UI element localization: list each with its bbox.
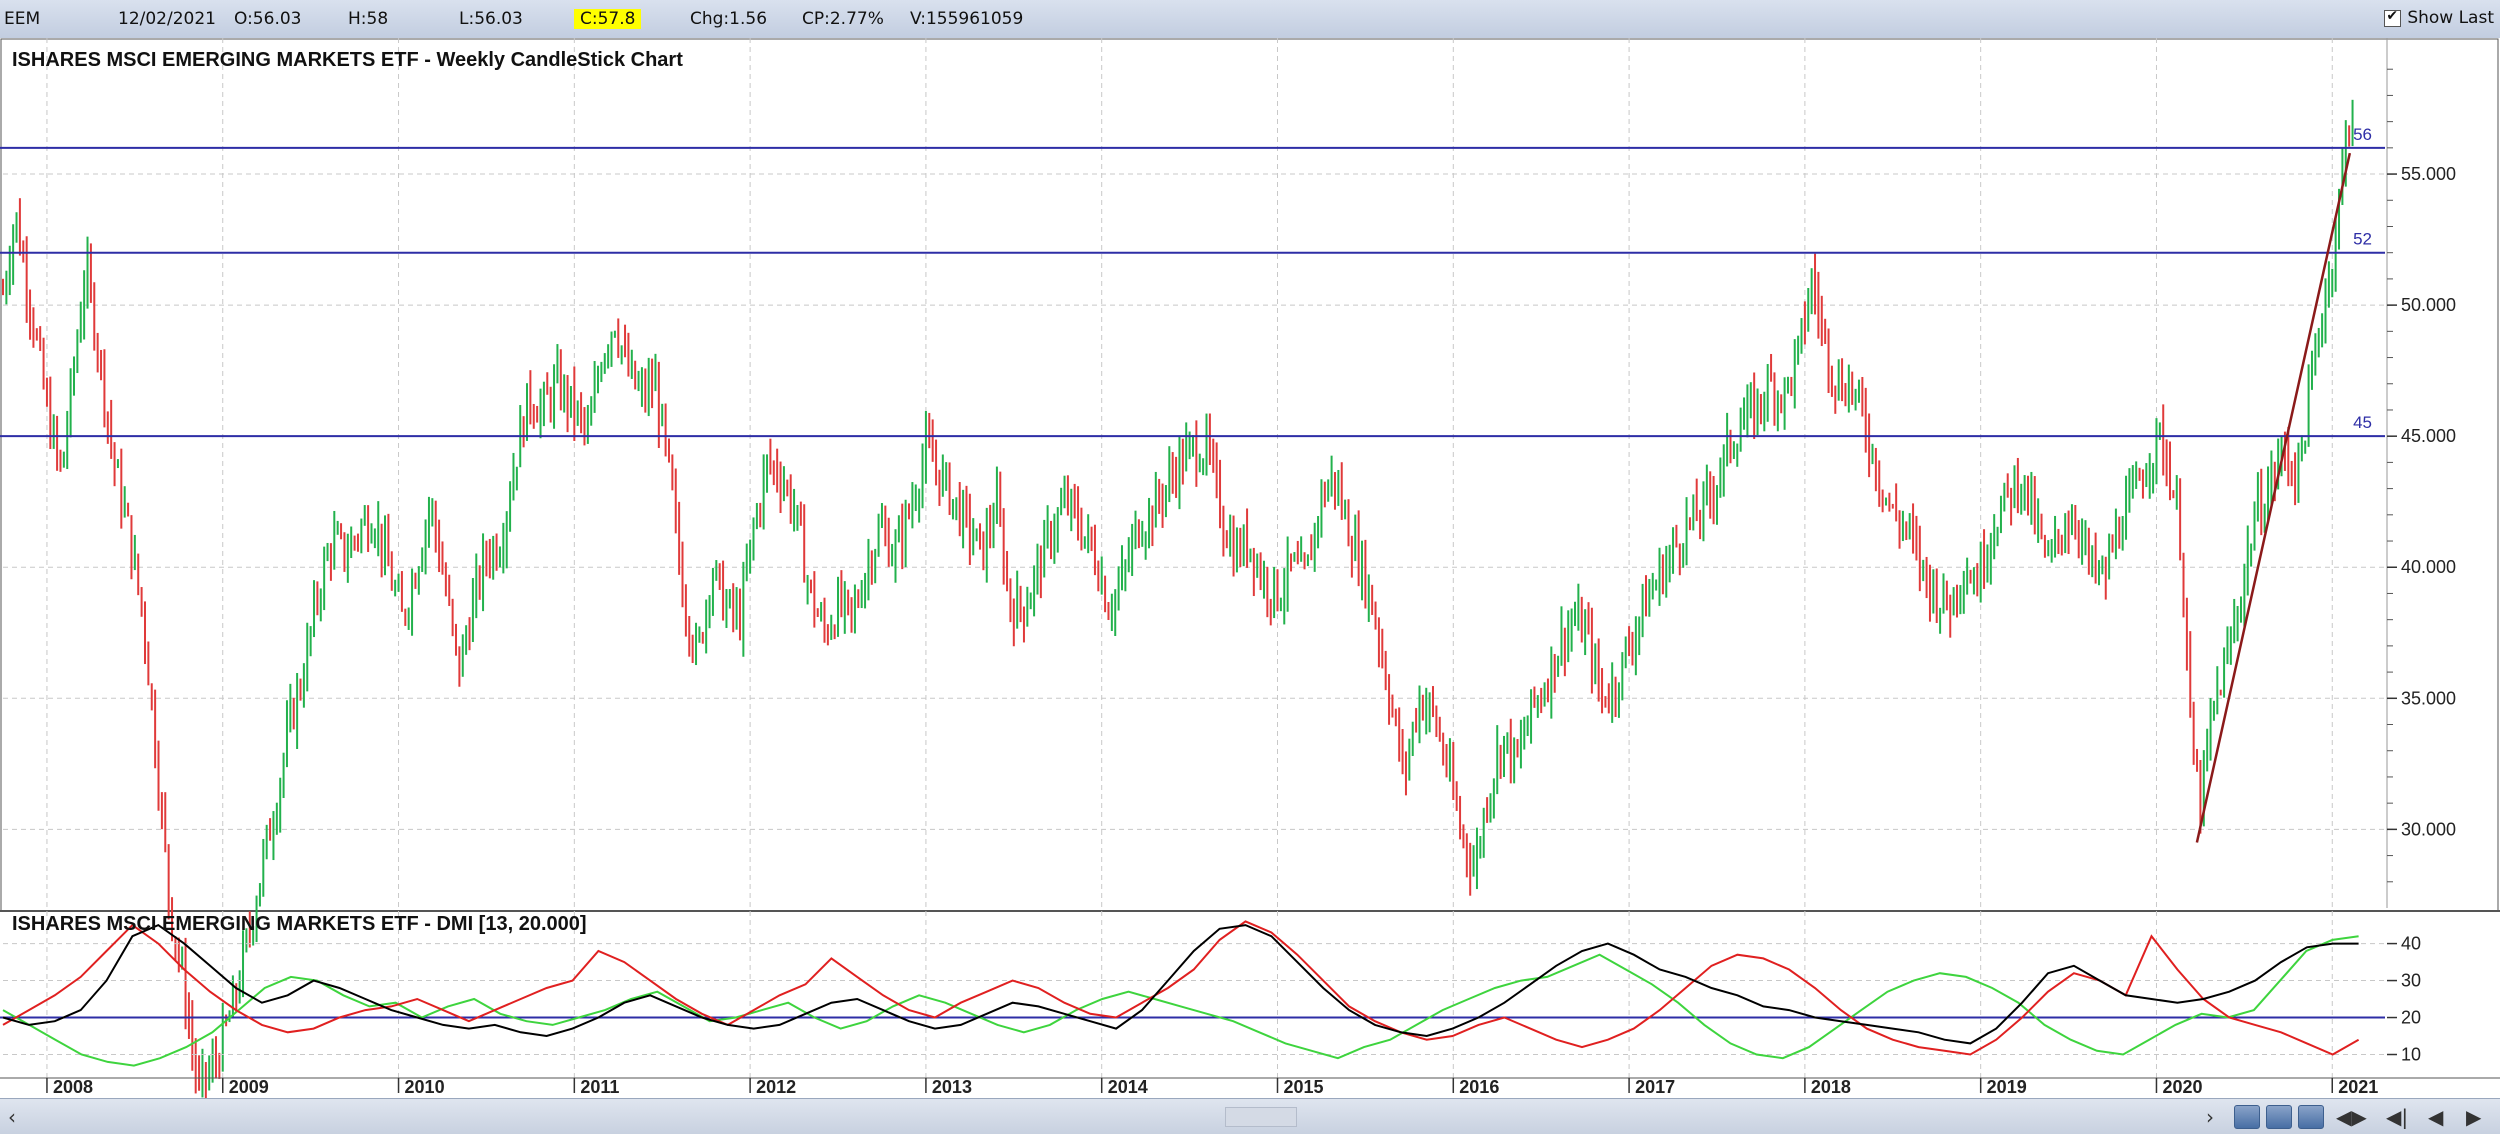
year-label: 2019 — [1987, 1077, 2027, 1097]
chart-area[interactable]: 56 52 45 30.000 35.000 40.000 45.000 50.000 55.… — [0, 38, 2500, 1098]
next-page-icon[interactable]: ▶ — [2466, 1105, 2481, 1129]
year-label: 2011 — [580, 1077, 619, 1097]
year-label: 2013 — [932, 1077, 972, 1097]
volume-label: V:155961059 — [910, 9, 1024, 29]
scroll-right-icon[interactable]: › — [2206, 1105, 2214, 1129]
level-label: 52 — [2353, 230, 2372, 249]
price-tick-label: 45.000 — [2401, 426, 2456, 446]
show-last-label: Show Last — [2407, 8, 2494, 28]
symbol-label: EEM — [4, 9, 41, 29]
price-tick-label: 55.000 — [2401, 164, 2456, 184]
level-label: 56 — [2353, 125, 2372, 144]
low-label: L:56.03 — [459, 9, 523, 29]
dmi-tick-label: 20 — [2401, 1008, 2421, 1028]
zoom-in-icon[interactable] — [2234, 1105, 2260, 1129]
close-label: C:57.8 — [574, 9, 642, 29]
price-chart-title: ISHARES MSCI EMERGING MARKETS ETF - Week… — [12, 49, 683, 71]
high-label: H:58 — [348, 9, 389, 29]
price-tick-label: 50.000 — [2401, 295, 2456, 315]
year-label: 2018 — [1811, 1077, 1851, 1097]
open-label: O:56.03 — [234, 9, 302, 29]
dmi-tick-label: 10 — [2401, 1045, 2421, 1065]
year-label: 2016 — [1459, 1077, 1499, 1097]
year-label: 2008 — [53, 1077, 93, 1097]
zoom-fit-icon[interactable] — [2298, 1105, 2324, 1129]
year-label: 2014 — [1108, 1077, 1148, 1097]
change-pct-label: CP:2.77% — [802, 9, 884, 29]
level-label: 45 — [2353, 413, 2372, 432]
expand-icon[interactable]: ◀▶ — [2336, 1105, 2367, 1129]
price-panel — [0, 38, 2500, 1098]
dmi-tick-label: 40 — [2401, 934, 2421, 954]
price-tick-label: 40.000 — [2401, 557, 2456, 577]
year-label: 2010 — [405, 1077, 445, 1097]
quote-toolbar: EEM 12/02/2021 O:56.03 H:58 L:56.03 C:57… — [0, 0, 2500, 39]
show-last-toggle[interactable]: Show Last — [2384, 8, 2494, 28]
year-label: 2015 — [1284, 1077, 1324, 1097]
prev-page-icon[interactable]: ◀ — [2428, 1105, 2443, 1129]
dmi-chart-title: ISHARES MSCI EMERGING MARKETS ETF - DMI … — [12, 913, 587, 935]
year-label: 2012 — [756, 1077, 796, 1097]
scroll-left-icon[interactable]: ‹ — [8, 1105, 16, 1129]
change-label: Chg:1.56 — [690, 9, 768, 29]
price-tick-label: 30.000 — [2401, 819, 2456, 839]
price-tick-label: 35.000 — [2401, 688, 2456, 708]
year-label: 2017 — [1635, 1077, 1675, 1097]
show-last-checkbox[interactable] — [2384, 8, 2402, 27]
zoom-out-icon[interactable] — [2266, 1105, 2292, 1129]
dmi-tick-label: 30 — [2401, 971, 2421, 991]
year-label: 2020 — [2162, 1077, 2202, 1097]
year-label: 2009 — [229, 1077, 269, 1097]
year-label: 2021 — [2338, 1077, 2378, 1097]
scroll-bar[interactable]: ‹ › ◀▶ ◀| ◀ ▶ — [0, 1098, 2500, 1134]
chart-background — [0, 38, 2500, 1098]
scroll-thumb[interactable] — [1225, 1107, 1297, 1127]
date-label: 12/02/2021 — [118, 9, 216, 29]
first-page-icon[interactable]: ◀| — [2386, 1105, 2408, 1129]
